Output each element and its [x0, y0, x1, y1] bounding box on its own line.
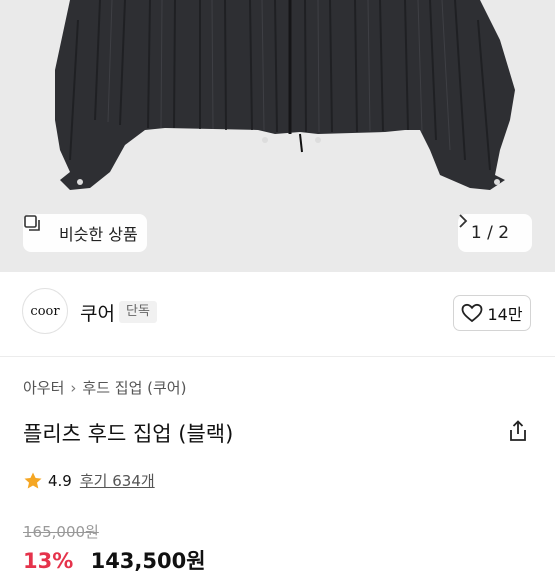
star-icon [24, 472, 42, 488]
sale-price: 143,500원 [90, 549, 206, 573]
breadcrumb-item-category[interactable]: 후드 집업 (쿠어) [82, 377, 186, 398]
divider [0, 356, 555, 357]
heart-outline-icon [462, 303, 483, 323]
similar-products-label: 비슷한 상품 [59, 225, 138, 244]
like-count: 14만 [487, 305, 523, 324]
share-icon [510, 420, 526, 441]
brand-name-link[interactable]: 쿠어 [80, 299, 115, 326]
chevron-right-icon: › [70, 378, 77, 397]
product-image-carousel[interactable]: 비슷한 상품 1 / 2 [0, 0, 555, 272]
image-pager-label: 1 / 2 [470, 223, 510, 243]
exclusive-badge: 단독 [119, 301, 157, 323]
like-button[interactable]: 14만 [453, 295, 531, 331]
share-button[interactable] [506, 419, 530, 443]
breadcrumb-item-outer[interactable]: 아우터 [23, 377, 64, 398]
discount-rate: 13% [23, 549, 74, 573]
original-price: 165,000원 [23, 523, 99, 541]
rating-value: 4.9 [48, 471, 72, 490]
image-pager-button[interactable]: 1 / 2 [458, 214, 532, 252]
review-count-link[interactable]: 후기 634개 [80, 470, 155, 491]
similar-products-button[interactable]: 비슷한 상품 [23, 214, 147, 252]
sale-price-row: 13% 143,500원 [23, 545, 206, 575]
stacked-square-icon [24, 215, 53, 242]
brand-logo[interactable]: coor [22, 288, 68, 334]
rating-row: 4.9 후기 634개 [23, 470, 155, 491]
brand-logo-text: coor [30, 303, 60, 319]
product-title: 플리츠 후드 집업 (블랙) [23, 422, 234, 446]
breadcrumb: 아우터 › 후드 집업 (쿠어) [23, 377, 186, 398]
